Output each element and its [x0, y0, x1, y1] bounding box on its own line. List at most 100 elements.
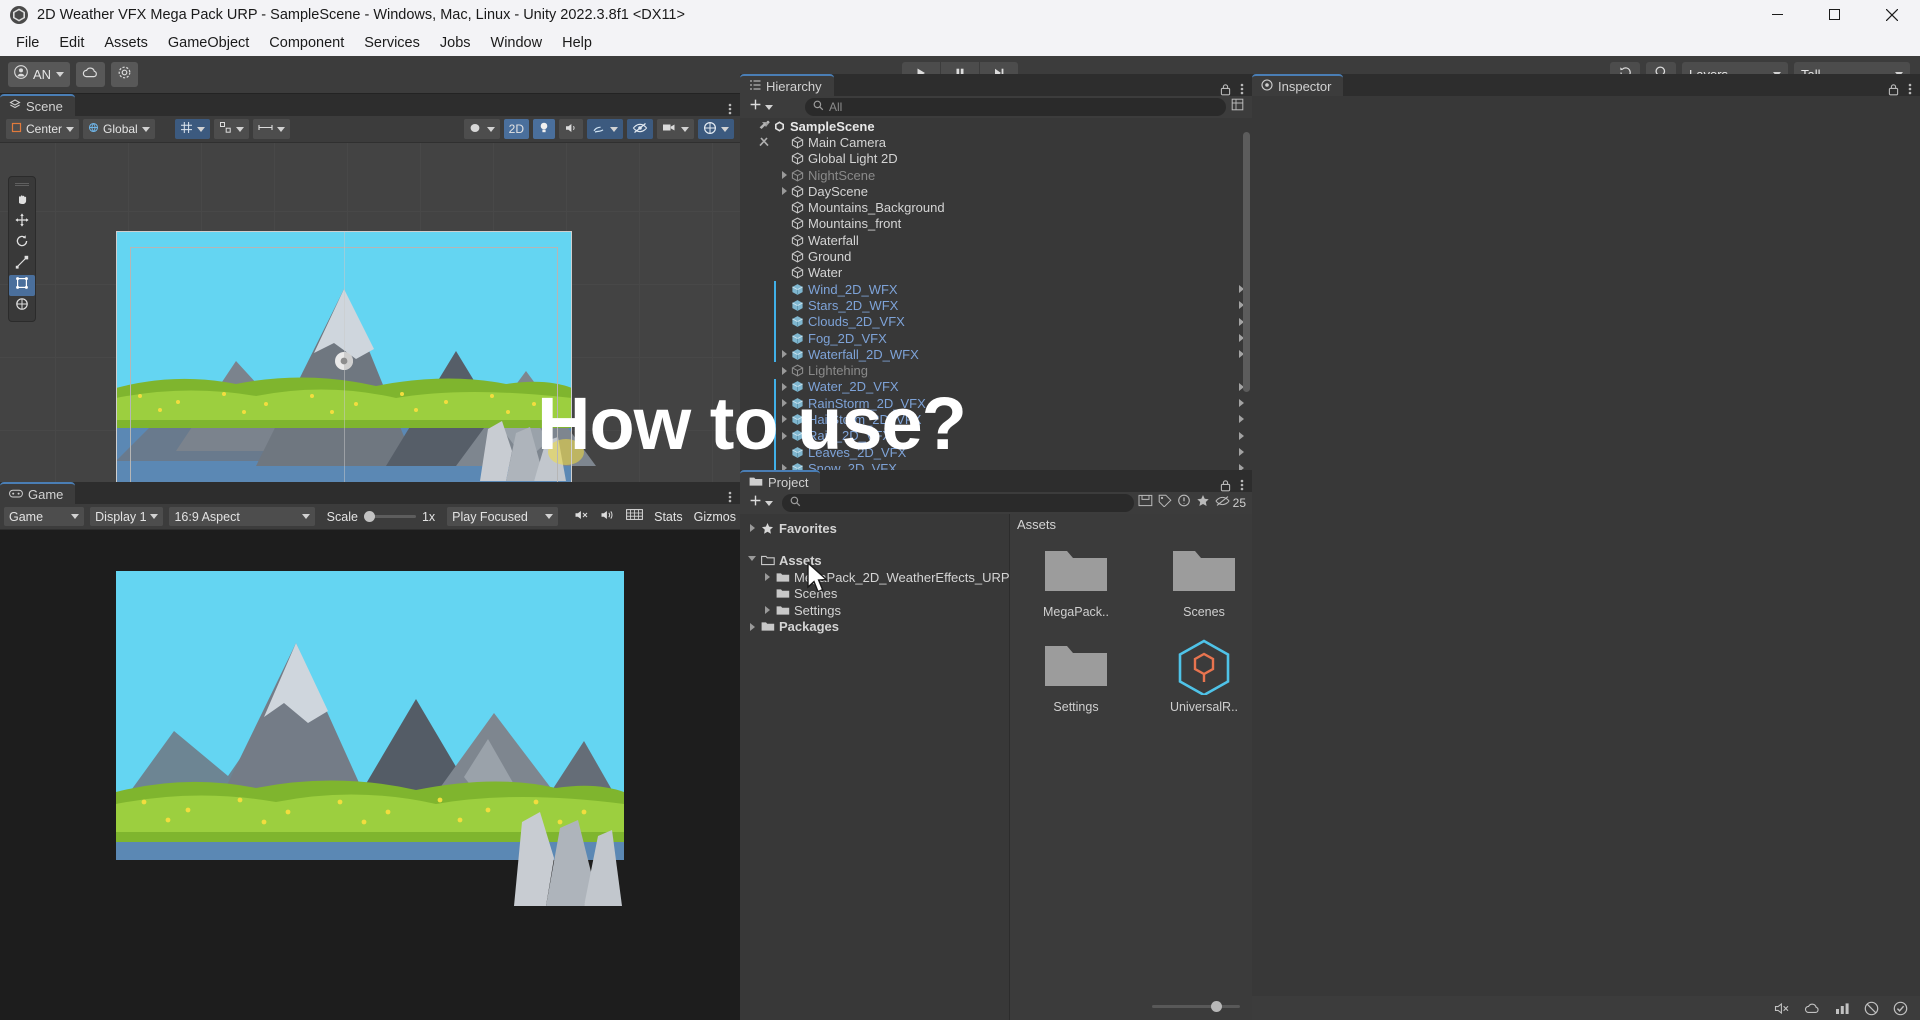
tab-hierarchy[interactable]: Hierarchy [740, 74, 834, 96]
menu-help[interactable]: Help [552, 32, 602, 54]
menu-edit[interactable]: Edit [49, 32, 94, 54]
hierarchy-item[interactable]: Clouds_2D_VFX [740, 313, 1252, 330]
lighting-button[interactable] [533, 119, 555, 139]
hierarchy-lock-icon[interactable] [1220, 83, 1231, 96]
chevron-right-icon[interactable] [778, 366, 790, 375]
menu-file[interactable]: File [6, 32, 49, 54]
hierarchy-search-input[interactable]: All [805, 98, 1226, 116]
gizmos-button[interactable]: Gizmos [694, 510, 736, 524]
tab-scene[interactable]: Scene [0, 94, 75, 116]
scene-visibility-icon[interactable] [758, 119, 771, 135]
scene-camera-button[interactable] [657, 119, 694, 139]
mute-icon[interactable] [1774, 1002, 1790, 1015]
settings-button[interactable] [111, 62, 139, 87]
chevron-right-icon[interactable] [745, 524, 759, 533]
check-circle-icon[interactable] [1893, 1001, 1908, 1016]
project-tree-item[interactable]: Assets [740, 553, 1009, 570]
maximize-button[interactable] [1806, 0, 1863, 29]
project-zoom-slider[interactable] [1152, 1001, 1240, 1012]
project-content[interactable]: Assets MegaPack.. Scenes Settings Universal… [1010, 514, 1252, 1020]
label-filter-icon[interactable] [1158, 494, 1172, 512]
effects-button[interactable] [587, 119, 623, 139]
hierarchy-item[interactable]: Waterfall [740, 232, 1252, 248]
hierarchy-item[interactable]: Water_2D_VFX [740, 378, 1252, 396]
star-icon[interactable] [1196, 494, 1210, 512]
hierarchy-item[interactable]: Lightehing [740, 362, 1252, 378]
asset-item[interactable]: UniversalR.. [1160, 637, 1248, 714]
mute-audio-icon[interactable] [574, 508, 589, 526]
menu-window[interactable]: Window [481, 32, 553, 54]
hierarchy-list[interactable]: SampleScene Main Camera Global Light 2D Nig… [740, 118, 1252, 472]
camera-gizmo-icon[interactable] [332, 349, 356, 373]
project-tree-item[interactable]: Favorites [740, 520, 1009, 537]
project-tree[interactable]: Favorites Assets MegaPack_2D_WeatherEffect… [740, 514, 1010, 1020]
chevron-right-icon[interactable] [778, 350, 790, 359]
project-tree-item[interactable]: Packages [740, 619, 1009, 636]
game-view-dropdown[interactable]: Game [4, 507, 85, 526]
cloud-button[interactable] [76, 62, 106, 87]
prefab-open-arrow-icon[interactable] [1239, 415, 1244, 424]
chevron-right-icon[interactable] [778, 431, 790, 440]
chevron-right-icon[interactable] [778, 187, 790, 196]
chevron-right-icon[interactable] [760, 606, 774, 615]
hand-tool-button[interactable] [9, 191, 35, 212]
audio-button[interactable] [559, 119, 583, 139]
inspector-kebab-menu-icon[interactable] [1908, 82, 1912, 96]
hierarchy-item[interactable]: Rain_2D_VFX [740, 427, 1252, 444]
menu-jobs[interactable]: Jobs [430, 32, 481, 54]
hierarchy-item[interactable]: Ground [740, 248, 1252, 264]
save-search-icon[interactable] [1138, 494, 1153, 512]
scene-kebab-menu-icon[interactable] [728, 102, 732, 116]
scale-knob[interactable] [363, 511, 375, 522]
hierarchy-filter-icon[interactable] [1231, 98, 1248, 116]
menu-gameobject[interactable]: GameObject [158, 32, 259, 54]
project-kebab-menu-icon[interactable] [1240, 478, 1244, 492]
project-tree-item[interactable]: MegaPack_2D_WeatherEffects_URP [740, 569, 1010, 586]
hierarchy-item[interactable]: SampleScene [740, 118, 1252, 134]
grid-icon[interactable] [626, 508, 644, 526]
grid-button[interactable] [174, 119, 210, 139]
hierarchy-item[interactable]: Leaves_2D_VFX [740, 443, 1252, 461]
hierarchy-item[interactable]: Wind_2D_WFX [740, 280, 1252, 298]
hierarchy-item[interactable]: RainStorm_2D_VFX [740, 395, 1252, 412]
scale-slider-group[interactable]: Scale 1x [327, 510, 435, 524]
scale-track[interactable] [363, 511, 416, 522]
hidden-objects-button[interactable] [627, 119, 653, 139]
asset-item[interactable]: Settings [1032, 637, 1120, 714]
hierarchy-scrollbar[interactable] [1243, 132, 1250, 392]
mode-2d-button[interactable]: 2D [503, 119, 529, 139]
hierarchy-item[interactable]: NightScene [740, 167, 1252, 183]
rotate-tool-button[interactable] [9, 233, 35, 254]
menu-component[interactable]: Component [259, 32, 354, 54]
menu-assets[interactable]: Assets [94, 32, 158, 54]
display-dropdown[interactable]: Display 1 [90, 507, 164, 526]
project-tree-item[interactable]: Scenes [740, 586, 1009, 603]
camera-visibility-icon[interactable] [758, 135, 771, 151]
hierarchy-item[interactable]: Stars_2D_WFX [740, 297, 1252, 314]
account-dropdown[interactable]: AN [8, 62, 71, 87]
prefab-open-arrow-icon[interactable] [1239, 431, 1244, 440]
hierarchy-item[interactable]: Waterfall_2D_WFX [740, 346, 1252, 363]
chevron-right-icon[interactable] [778, 382, 790, 391]
rect-tool-button[interactable] [9, 275, 35, 296]
chevron-down-icon[interactable] [745, 556, 759, 565]
inspector-lock-icon[interactable] [1888, 83, 1899, 96]
cloud-icon[interactable] [1804, 1002, 1821, 1015]
tab-game[interactable]: Game [0, 482, 76, 504]
close-button[interactable] [1863, 0, 1920, 29]
minimize-button[interactable] [1749, 0, 1806, 29]
ruler-button[interactable] [252, 119, 290, 139]
scale-tool-button[interactable] [9, 254, 35, 275]
game-kebab-menu-icon[interactable] [728, 490, 732, 504]
scene-viewport[interactable] [0, 143, 740, 482]
transform-tool-button[interactable] [9, 296, 35, 317]
project-tree-item[interactable]: Settings [740, 602, 1009, 619]
hierarchy-item[interactable]: Water [740, 265, 1252, 281]
snap-button[interactable] [213, 119, 249, 139]
stats-button[interactable]: Stats [654, 510, 683, 524]
no-entry-icon[interactable] [1864, 1001, 1879, 1016]
chevron-right-icon[interactable] [778, 171, 790, 180]
stats-icon[interactable] [1835, 1002, 1850, 1015]
move-tool-button[interactable] [9, 212, 35, 233]
chevron-right-icon[interactable] [778, 399, 790, 408]
